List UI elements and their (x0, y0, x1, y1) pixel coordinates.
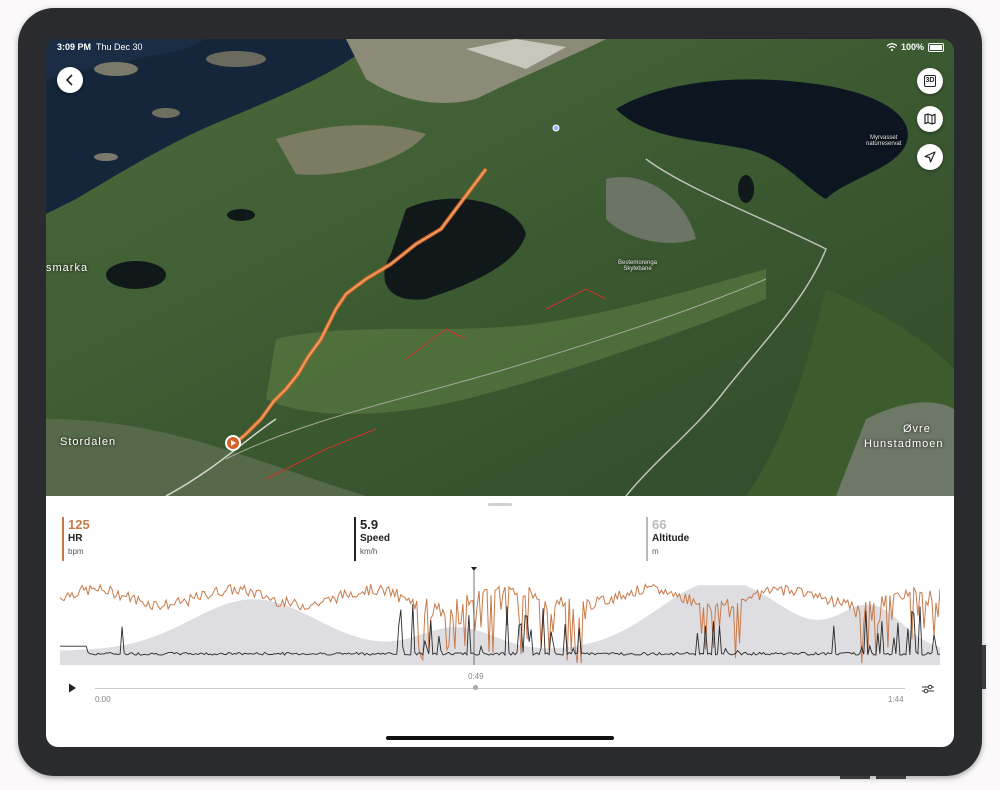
start-time: 0:00 (95, 695, 111, 704)
end-time: 1:44 (888, 695, 904, 704)
location-arrow-icon (924, 151, 936, 163)
map-label-myrvasset-line2: naturreservat (866, 141, 902, 147)
home-indicator[interactable] (386, 736, 614, 740)
3d-view-button[interactable]: 3D (917, 68, 943, 94)
metric-speed[interactable]: 5.9 Speed km/h (354, 517, 390, 561)
map-style-button[interactable] (917, 106, 943, 132)
map-label-ovre: Øvre (903, 423, 931, 435)
route-start-marker[interactable] (225, 435, 241, 451)
play-button[interactable] (66, 681, 78, 693)
locate-button[interactable] (917, 144, 943, 170)
panel-grabber[interactable] (488, 503, 512, 506)
status-date: Thu Dec 30 (96, 42, 143, 52)
metric-speed-value: 5.9 (360, 517, 379, 532)
metric-hr-unit: bpm (68, 547, 84, 556)
metric-speed-unit: km/h (360, 547, 378, 556)
map-label-myrvasset: Myrvasset naturreservat (866, 135, 901, 147)
metric-speed-name: Speed (360, 533, 391, 544)
battery-icon (928, 42, 944, 52)
status-indicators: 100% (886, 42, 944, 52)
scrubber-knob[interactable] (473, 685, 478, 690)
workout-panel: 125 HR bpm 5.9 Speed km/h 66 Altitude m (46, 496, 954, 747)
volume-down-button (876, 776, 906, 779)
map-label-skytebane-line2: Skytebane (623, 266, 652, 272)
wifi-icon (886, 43, 897, 51)
metric-altitude-unit: m (652, 547, 659, 556)
status-bar: 3:09 PM Thu Dec 30 100% (46, 39, 954, 55)
map-label-stordalen: Stordalen (60, 436, 117, 448)
workout-graph[interactable] (59, 565, 941, 665)
status-time: 3:09 PM Thu Dec 30 (57, 42, 143, 52)
sliders-icon (922, 684, 934, 694)
metric-altitude[interactable]: 66 Altitude m (646, 517, 689, 561)
back-button[interactable] (57, 67, 83, 93)
map-label-smarka: smarka (46, 262, 89, 274)
metric-hr[interactable]: 125 HR bpm (62, 517, 90, 561)
playhead-marker-icon (471, 567, 477, 571)
timeline-scrubber[interactable] (95, 688, 905, 689)
metric-altitude-name: Altitude (652, 533, 690, 544)
play-icon (231, 440, 236, 446)
battery-percent: 100% (900, 42, 924, 52)
chevron-left-icon (65, 74, 73, 86)
map-label-skytebane: Bestemorenga Skytebane (618, 260, 657, 272)
side-button (982, 645, 986, 689)
play-icon (69, 683, 76, 693)
map-layers-icon (924, 113, 936, 125)
metric-altitude-value: 66 (652, 517, 667, 532)
map-label-hunstadmoen: Hunstadmoen (864, 438, 944, 450)
current-time: 0:49 (468, 672, 484, 681)
status-clock: 3:09 PM (57, 42, 92, 52)
graph-settings-button[interactable] (921, 682, 935, 694)
satellite-map[interactable]: Stordalen Øvre Hunstadmoen smarka Bestem… (46, 39, 954, 496)
app-screen: Stordalen Øvre Hunstadmoen smarka Bestem… (46, 39, 954, 747)
metric-hr-name: HR (68, 533, 83, 544)
3d-map-icon: 3D (923, 75, 937, 87)
volume-up-button (840, 776, 870, 779)
metric-hr-value: 125 (68, 517, 90, 532)
